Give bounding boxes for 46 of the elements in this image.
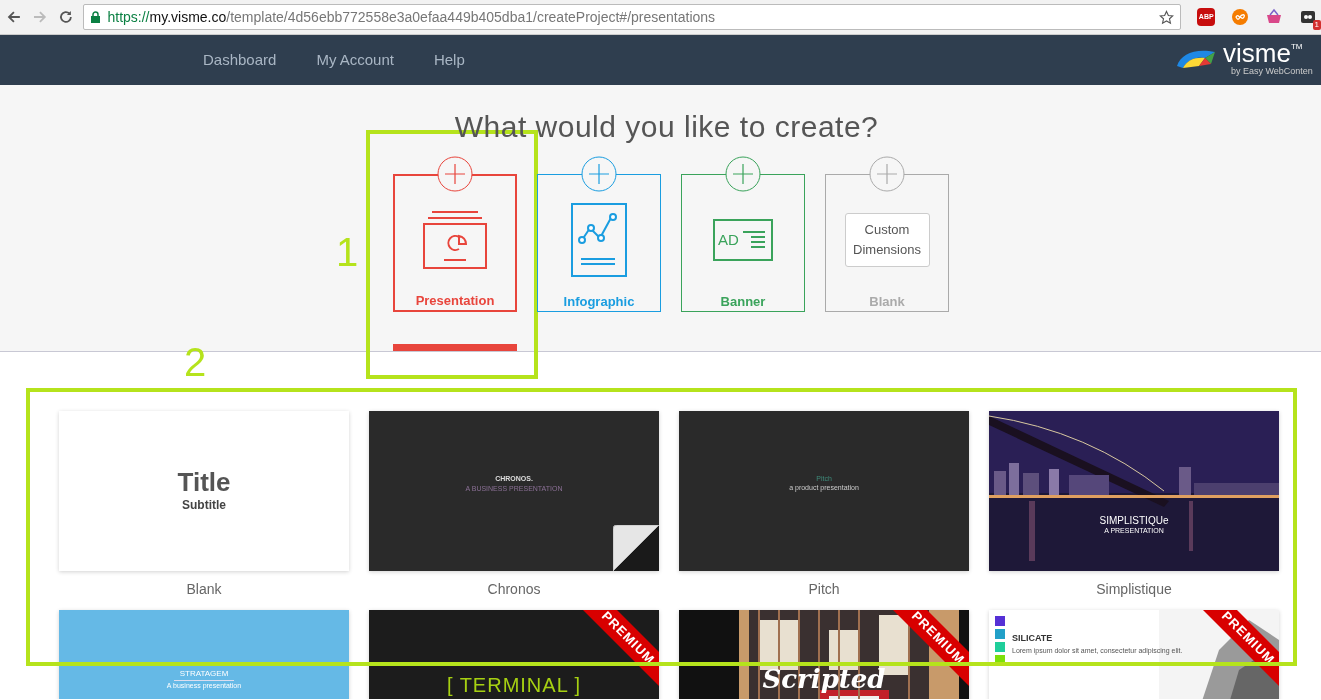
extension-icon[interactable] (1300, 9, 1317, 25)
thumbnail-title: Title (177, 468, 231, 496)
reload-icon[interactable] (57, 9, 74, 25)
trademark-mark: TM (1290, 41, 1303, 52)
annotation-number: 1 (336, 230, 359, 274)
template-name: Chronos (487, 580, 541, 599)
thumbnail-title: STRATAGEM (173, 668, 235, 681)
project-type-label: Infographic (563, 292, 635, 311)
custom-dimensions-box: Custom Dimensions (844, 213, 930, 268)
infinity-extension-icon[interactable] (1231, 8, 1250, 26)
add-icon (869, 156, 905, 192)
url-text: https://my.visme.co/template/4d56ebb772558e3a0efaa449b405dba1/createProject#/presentations (107, 7, 716, 27)
project-type-label: Blank (869, 292, 905, 311)
notification-badge: 1 (1312, 20, 1321, 30)
page-curl-icon (613, 525, 659, 571)
address-bar[interactable]: https://my.visme.co/template/4d56ebb772558e3a0efaa449b405dba1/createProject#/presentations (83, 4, 1182, 30)
infographic-chart-icon (571, 203, 627, 278)
basket-extension-icon[interactable] (1265, 8, 1284, 26)
back-icon[interactable] (6, 9, 22, 25)
add-icon (581, 156, 617, 192)
template-name: Pitch (808, 580, 840, 599)
project-type-card[interactable]: Custom Dimensions Blank (825, 174, 949, 312)
thumbnail-subtitle: Subtitle (182, 497, 226, 514)
thumbnail-title: Scripted (762, 664, 886, 694)
template-thumbnail[interactable]: Title Subtitle (59, 411, 349, 571)
bookmark-star-icon[interactable] (1159, 9, 1175, 25)
thumbnail-title: [ TERMINAL ] (446, 674, 582, 696)
project-type-label: Banner (720, 292, 766, 311)
text-lines-icon (742, 230, 765, 251)
nav-link[interactable]: Help (433, 48, 465, 72)
logo-wordmark: visme (1223, 41, 1291, 66)
add-icon (437, 156, 473, 192)
project-type-card[interactable]: Presentation (393, 174, 517, 312)
annotation-number: 2 (184, 340, 207, 384)
lock-icon (90, 11, 102, 23)
project-type-label: Presentation (415, 291, 495, 310)
presentation-icon (422, 210, 488, 271)
template-name: Blank (186, 580, 222, 599)
add-icon (725, 156, 761, 192)
nav-link[interactable]: Dashboard (203, 48, 277, 72)
thumbnail-title: SIMPLISTIQUe (1099, 515, 1169, 527)
logo-tagline: by Easy WebConten (1231, 65, 1313, 79)
thumbnail-title: SILICATE (1012, 632, 1053, 645)
nav-link[interactable]: My Account (316, 48, 394, 72)
template-name: Simplistique (1096, 580, 1172, 599)
banner-ad-icon: AD (713, 219, 773, 262)
